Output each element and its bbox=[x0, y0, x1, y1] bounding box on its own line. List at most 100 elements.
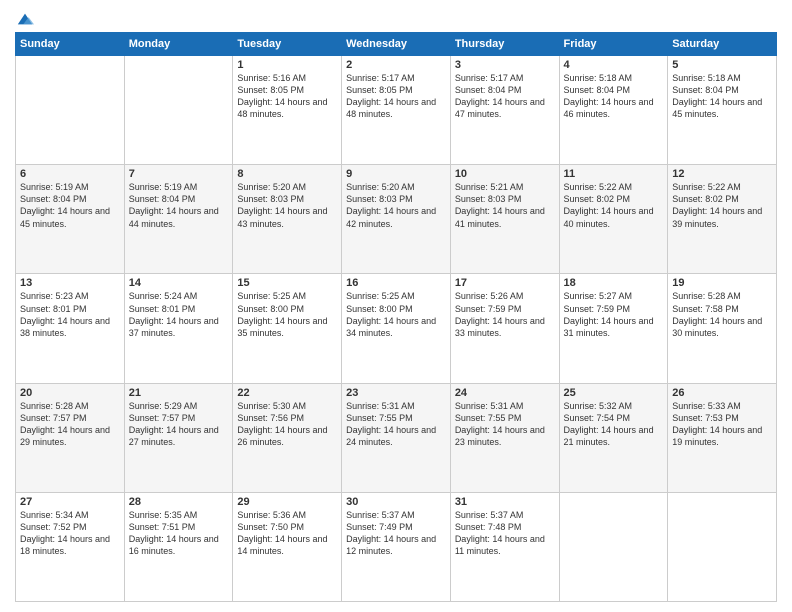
day-cell: 22Sunrise: 5:30 AM Sunset: 7:56 PM Dayli… bbox=[233, 383, 342, 492]
day-info: Sunrise: 5:19 AM Sunset: 8:04 PM Dayligh… bbox=[129, 181, 229, 230]
day-info: Sunrise: 5:36 AM Sunset: 7:50 PM Dayligh… bbox=[237, 509, 337, 558]
day-cell: 28Sunrise: 5:35 AM Sunset: 7:51 PM Dayli… bbox=[124, 492, 233, 601]
day-number: 17 bbox=[455, 277, 555, 289]
day-number: 6 bbox=[20, 168, 120, 180]
day-cell: 6Sunrise: 5:19 AM Sunset: 8:04 PM Daylig… bbox=[16, 165, 125, 274]
day-number: 23 bbox=[346, 387, 446, 399]
day-info: Sunrise: 5:20 AM Sunset: 8:03 PM Dayligh… bbox=[346, 181, 446, 230]
day-cell bbox=[124, 56, 233, 165]
day-info: Sunrise: 5:32 AM Sunset: 7:54 PM Dayligh… bbox=[564, 400, 664, 449]
day-number: 25 bbox=[564, 387, 664, 399]
day-info: Sunrise: 5:31 AM Sunset: 7:55 PM Dayligh… bbox=[346, 400, 446, 449]
day-cell: 17Sunrise: 5:26 AM Sunset: 7:59 PM Dayli… bbox=[450, 274, 559, 383]
day-cell: 27Sunrise: 5:34 AM Sunset: 7:52 PM Dayli… bbox=[16, 492, 125, 601]
day-cell: 15Sunrise: 5:25 AM Sunset: 8:00 PM Dayli… bbox=[233, 274, 342, 383]
day-cell: 1Sunrise: 5:16 AM Sunset: 8:05 PM Daylig… bbox=[233, 56, 342, 165]
day-info: Sunrise: 5:30 AM Sunset: 7:56 PM Dayligh… bbox=[237, 400, 337, 449]
day-info: Sunrise: 5:21 AM Sunset: 8:03 PM Dayligh… bbox=[455, 181, 555, 230]
day-cell: 13Sunrise: 5:23 AM Sunset: 8:01 PM Dayli… bbox=[16, 274, 125, 383]
day-info: Sunrise: 5:28 AM Sunset: 7:58 PM Dayligh… bbox=[672, 290, 772, 339]
day-info: Sunrise: 5:17 AM Sunset: 8:04 PM Dayligh… bbox=[455, 72, 555, 121]
col-header-thursday: Thursday bbox=[450, 33, 559, 56]
day-cell: 18Sunrise: 5:27 AM Sunset: 7:59 PM Dayli… bbox=[559, 274, 668, 383]
calendar-table: SundayMondayTuesdayWednesdayThursdayFrid… bbox=[15, 32, 777, 602]
day-info: Sunrise: 5:33 AM Sunset: 7:53 PM Dayligh… bbox=[672, 400, 772, 449]
day-number: 29 bbox=[237, 496, 337, 508]
day-number: 19 bbox=[672, 277, 772, 289]
day-cell: 31Sunrise: 5:37 AM Sunset: 7:48 PM Dayli… bbox=[450, 492, 559, 601]
col-header-monday: Monday bbox=[124, 33, 233, 56]
header bbox=[15, 10, 777, 24]
day-info: Sunrise: 5:25 AM Sunset: 8:00 PM Dayligh… bbox=[346, 290, 446, 339]
day-cell: 9Sunrise: 5:20 AM Sunset: 8:03 PM Daylig… bbox=[342, 165, 451, 274]
day-cell: 20Sunrise: 5:28 AM Sunset: 7:57 PM Dayli… bbox=[16, 383, 125, 492]
page: SundayMondayTuesdayWednesdayThursdayFrid… bbox=[0, 0, 792, 612]
logo bbox=[15, 10, 34, 24]
day-cell bbox=[16, 56, 125, 165]
day-number: 26 bbox=[672, 387, 772, 399]
col-header-saturday: Saturday bbox=[668, 33, 777, 56]
day-cell: 23Sunrise: 5:31 AM Sunset: 7:55 PM Dayli… bbox=[342, 383, 451, 492]
day-cell: 5Sunrise: 5:18 AM Sunset: 8:04 PM Daylig… bbox=[668, 56, 777, 165]
day-info: Sunrise: 5:17 AM Sunset: 8:05 PM Dayligh… bbox=[346, 72, 446, 121]
day-cell: 4Sunrise: 5:18 AM Sunset: 8:04 PM Daylig… bbox=[559, 56, 668, 165]
day-number: 10 bbox=[455, 168, 555, 180]
week-row-2: 6 Sunrise: 5:19 AM Sunset: 8:04 PM Daylig… bbox=[16, 165, 777, 274]
day-number: 12 bbox=[672, 168, 772, 180]
day-info: Sunrise: 5:34 AM Sunset: 7:52 PM Dayligh… bbox=[20, 509, 120, 558]
day-info: Sunrise: 5:37 AM Sunset: 7:49 PM Dayligh… bbox=[346, 509, 446, 558]
header-row: SundayMondayTuesdayWednesdayThursdayFrid… bbox=[16, 33, 777, 56]
day-cell: 30Sunrise: 5:37 AM Sunset: 7:49 PM Dayli… bbox=[342, 492, 451, 601]
day-number: 15 bbox=[237, 277, 337, 289]
week-row-5: 27Sunrise: 5:34 AM Sunset: 7:52 PM Dayli… bbox=[16, 492, 777, 601]
col-header-sunday: Sunday bbox=[16, 33, 125, 56]
day-number: 5 bbox=[672, 59, 772, 71]
day-number: 31 bbox=[455, 496, 555, 508]
day-number: 22 bbox=[237, 387, 337, 399]
day-info: Sunrise: 5:22 AM Sunset: 8:02 PM Dayligh… bbox=[564, 181, 664, 230]
day-cell: 2Sunrise: 5:17 AM Sunset: 8:05 PM Daylig… bbox=[342, 56, 451, 165]
day-cell: 19Sunrise: 5:28 AM Sunset: 7:58 PM Dayli… bbox=[668, 274, 777, 383]
week-row-4: 20Sunrise: 5:28 AM Sunset: 7:57 PM Dayli… bbox=[16, 383, 777, 492]
day-number: 28 bbox=[129, 496, 229, 508]
day-cell: 29Sunrise: 5:36 AM Sunset: 7:50 PM Dayli… bbox=[233, 492, 342, 601]
day-cell: 7Sunrise: 5:19 AM Sunset: 8:04 PM Daylig… bbox=[124, 165, 233, 274]
day-number: 1 bbox=[237, 59, 337, 71]
day-cell: 10Sunrise: 5:21 AM Sunset: 8:03 PM Dayli… bbox=[450, 165, 559, 274]
day-info: Sunrise: 5:28 AM Sunset: 7:57 PM Dayligh… bbox=[20, 400, 120, 449]
logo-icon bbox=[16, 10, 34, 28]
day-cell: 11Sunrise: 5:22 AM Sunset: 8:02 PM Dayli… bbox=[559, 165, 668, 274]
day-number: 21 bbox=[129, 387, 229, 399]
day-number: 24 bbox=[455, 387, 555, 399]
day-info: Sunrise: 5:22 AM Sunset: 8:02 PM Dayligh… bbox=[672, 181, 772, 230]
day-info: Sunrise: 5:24 AM Sunset: 8:01 PM Dayligh… bbox=[129, 290, 229, 339]
day-info: Sunrise: 5:27 AM Sunset: 7:59 PM Dayligh… bbox=[564, 290, 664, 339]
day-cell: 24Sunrise: 5:31 AM Sunset: 7:55 PM Dayli… bbox=[450, 383, 559, 492]
day-info: Sunrise: 5:23 AM Sunset: 8:01 PM Dayligh… bbox=[20, 290, 120, 339]
week-row-1: 1Sunrise: 5:16 AM Sunset: 8:05 PM Daylig… bbox=[16, 56, 777, 165]
day-cell: 8Sunrise: 5:20 AM Sunset: 8:03 PM Daylig… bbox=[233, 165, 342, 274]
day-number: 13 bbox=[20, 277, 120, 289]
col-header-friday: Friday bbox=[559, 33, 668, 56]
day-number: 18 bbox=[564, 277, 664, 289]
day-cell: 14Sunrise: 5:24 AM Sunset: 8:01 PM Dayli… bbox=[124, 274, 233, 383]
day-info: Sunrise: 5:26 AM Sunset: 7:59 PM Dayligh… bbox=[455, 290, 555, 339]
day-number: 14 bbox=[129, 277, 229, 289]
day-number: 16 bbox=[346, 277, 446, 289]
day-info: Sunrise: 5:35 AM Sunset: 7:51 PM Dayligh… bbox=[129, 509, 229, 558]
day-number: 20 bbox=[20, 387, 120, 399]
day-cell: 16Sunrise: 5:25 AM Sunset: 8:00 PM Dayli… bbox=[342, 274, 451, 383]
day-cell bbox=[668, 492, 777, 601]
day-number: 3 bbox=[455, 59, 555, 71]
day-cell: 12Sunrise: 5:22 AM Sunset: 8:02 PM Dayli… bbox=[668, 165, 777, 274]
day-number: 9 bbox=[346, 168, 446, 180]
col-header-wednesday: Wednesday bbox=[342, 33, 451, 56]
col-header-tuesday: Tuesday bbox=[233, 33, 342, 56]
day-number: 27 bbox=[20, 496, 120, 508]
day-info: Sunrise: 5:29 AM Sunset: 7:57 PM Dayligh… bbox=[129, 400, 229, 449]
day-info: Sunrise: 5:18 AM Sunset: 8:04 PM Dayligh… bbox=[564, 72, 664, 121]
day-cell bbox=[559, 492, 668, 601]
day-cell: 21Sunrise: 5:29 AM Sunset: 7:57 PM Dayli… bbox=[124, 383, 233, 492]
day-number: 11 bbox=[564, 168, 664, 180]
day-number: 4 bbox=[564, 59, 664, 71]
